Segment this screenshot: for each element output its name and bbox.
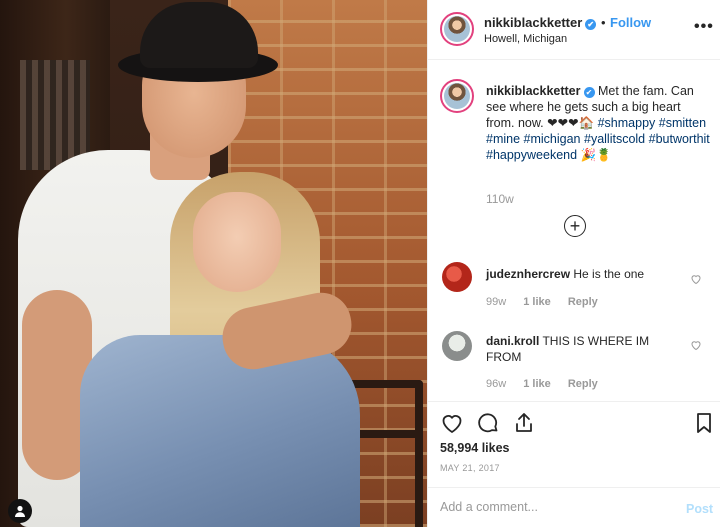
author-username[interactable]: nikkiblackketter ✔ [484,15,597,30]
more-icon[interactable]: ••• [694,18,714,36]
post-photo[interactable] [0,0,427,527]
comment-composer: Post [428,487,720,527]
likes-count[interactable]: 58,994 likes [440,441,510,455]
follow-button[interactable]: Follow [610,15,651,30]
comment-time[interactable]: 99w [486,296,506,308]
hashtag[interactable]: #yallitscold [584,132,645,146]
verified-icon: ✔ [585,19,597,30]
comment-body: He is the one [573,267,645,281]
comment-time[interactable]: 96w [486,378,506,390]
comment-avatar[interactable] [442,331,472,361]
hashtag[interactable]: #butworthit [649,132,710,146]
share-icon[interactable] [512,411,536,435]
hashtag[interactable]: #michigan [524,132,581,146]
caption-text: nikkiblackketter ✔ Met the fam. Can see w… [486,83,711,163]
verified-icon: ✔ [583,87,595,98]
hashtag[interactable]: #mine [486,132,520,146]
reply-button[interactable]: Reply [568,296,598,308]
location-link[interactable]: Howell, Michigan [484,33,567,45]
comment-text: dani.kroll THIS IS WHERE IM FROM [486,333,686,365]
comment-username[interactable]: judeznhercrew [486,267,570,281]
comments-section[interactable]: nikkiblackketter ✔ Met the fam. Can see w… [428,61,720,401]
comment-meta: 96w 1 like Reply [486,378,612,390]
post-button[interactable]: Post [686,502,713,516]
comment-input[interactable] [440,500,660,514]
author-avatar[interactable] [440,12,474,46]
photo-woman-face [193,192,281,292]
comment-heart-icon[interactable] [690,339,702,351]
comment-text: judeznhercrew He is the one [486,266,686,282]
caption-time[interactable]: 110w [486,192,514,206]
hashtag[interactable]: #happyweekend [486,148,577,162]
comment-icon[interactable] [476,411,500,435]
action-bar [428,401,720,443]
caption-avatar[interactable] [440,79,474,113]
comment-likes[interactable]: 1 like [523,296,551,308]
add-circle-icon[interactable]: + [564,215,586,237]
hashtag[interactable]: #shmappy [598,116,656,130]
header-separator: • [601,15,606,30]
post-date[interactable]: MAY 21, 2017 [440,463,500,473]
caption-username[interactable]: nikkiblackketter [486,84,581,98]
hashtag[interactable]: #smitten [659,116,706,130]
user-tag-icon[interactable] [8,499,32,523]
post-header: nikkiblackketter ✔ • Follow Howell, Michi… [428,0,720,60]
comment-avatar[interactable] [442,262,472,292]
comment-username[interactable]: dani.kroll [486,334,539,348]
bookmark-icon[interactable] [692,411,716,435]
comment-heart-icon[interactable] [690,273,702,285]
post-sidebar: nikkiblackketter ✔ • Follow Howell, Michi… [427,0,720,527]
comment-likes[interactable]: 1 like [523,378,551,390]
caption-emoji: 🎉🍍 [580,148,612,162]
photo-woman-jacket [80,335,360,527]
reply-button[interactable]: Reply [568,378,598,390]
comment-meta: 99w 1 like Reply [486,296,612,308]
heart-icon[interactable] [440,411,464,435]
